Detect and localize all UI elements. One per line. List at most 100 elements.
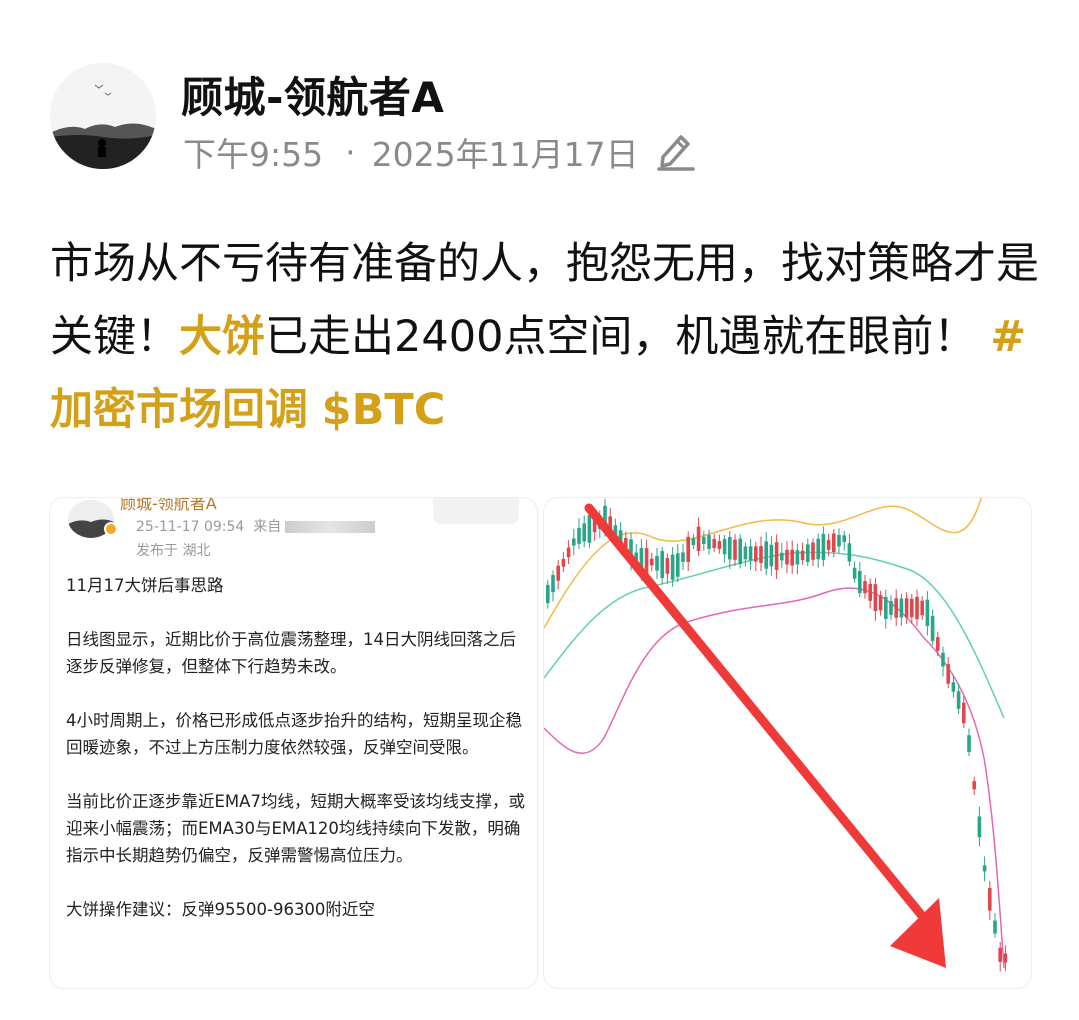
candle-body [826, 539, 831, 550]
candle-body [748, 546, 753, 561]
embedded-post-text: 11月17大饼后事思路 日线图显示，近期比价于高位震荡整理，14日大阴线回落之后… [66, 572, 526, 950]
candle-body [665, 558, 670, 574]
pencil-edit-icon[interactable] [655, 127, 697, 171]
candle-body [842, 535, 846, 542]
candle-body [790, 549, 794, 566]
candle-body [837, 534, 841, 547]
candle-body [743, 546, 748, 560]
candle-body [582, 523, 586, 542]
candle-body [832, 533, 836, 553]
candle-body [686, 536, 690, 562]
embedded-location: 发布于 湖北 [136, 543, 211, 559]
candle-body [894, 598, 898, 618]
candle-body [644, 548, 649, 574]
candle-body [754, 546, 758, 562]
candle-body [946, 664, 950, 684]
candle-body [951, 682, 956, 692]
candle-body [660, 551, 664, 579]
candle-body [967, 735, 971, 752]
embedded-paragraph: 当前比价正逐步靠近EMA7均线，短期大概率受该均线支撑，或迎来小幅震荡；而EMA… [66, 792, 525, 865]
post-time: 下午9:55 [183, 135, 324, 174]
candle-body [795, 550, 800, 565]
candle-body [852, 567, 857, 579]
candle-body [572, 538, 576, 546]
candle-body [655, 555, 659, 571]
candle-body [920, 600, 924, 616]
candle-body [681, 552, 685, 562]
candle-body [650, 558, 654, 566]
candle-body [800, 550, 805, 560]
meta-separator: · [345, 132, 356, 172]
candle-body [785, 549, 789, 565]
candle-body [728, 537, 732, 560]
candle-body [884, 597, 888, 619]
post-meta: 下午9:55 · 2025年11月17日 [183, 128, 639, 176]
candle-body [930, 615, 935, 641]
candle-body [847, 543, 852, 562]
candle-body [811, 542, 815, 560]
candle-body [769, 544, 774, 567]
candle-body [904, 598, 909, 618]
post-image-1[interactable]: 顾城-领航者A 25-11-17 09:54 来自 发布于 湖北 11月17大饼… [50, 498, 537, 988]
embedded-author-name: 顾城-领航者A [120, 498, 217, 513]
candle-body [962, 702, 966, 724]
candle-body [878, 595, 883, 611]
candle-body [925, 599, 930, 626]
candle-body [899, 598, 904, 618]
embedded-time: 25-11-17 09:54 [136, 519, 245, 535]
candlestick-chart [544, 498, 1008, 972]
author-name[interactable]: 顾城-领航者A [181, 64, 444, 125]
post-image-2-chart[interactable] [544, 498, 1031, 988]
candle-body [670, 554, 675, 580]
candle-body [717, 541, 722, 550]
candle-body [998, 947, 1002, 962]
author-avatar[interactable] [50, 63, 156, 169]
post-date: 2025年11月17日 [371, 135, 639, 174]
candle-body [712, 539, 716, 549]
candle-body [696, 526, 701, 551]
candle-body [577, 527, 581, 544]
candle-body [972, 781, 976, 790]
candle-body [910, 598, 914, 618]
candle-body [738, 538, 742, 565]
embedded-paragraph: 日线图显示，近期比价于高位震荡整理，14日大阴线回落之后逐步反弹修复，但整体下行… [66, 630, 516, 676]
candle-body [821, 533, 826, 560]
candle-body [956, 691, 961, 709]
candle-body [858, 570, 862, 594]
candle-body [722, 539, 727, 555]
candle-body [587, 515, 592, 543]
post-text-2: 已走出2400点空间，机遇就在眼前！ [265, 312, 977, 362]
candle-body [733, 539, 737, 560]
embedded-follow-button [433, 498, 519, 524]
candle-body [691, 538, 696, 546]
candle-body [988, 888, 992, 911]
embedded-paragraph: 4小时周期上，价格已形成低点逐步抬升的结构，短期呈现企稳回暖迹象，不过上方压制力… [66, 711, 522, 757]
candle-body [561, 558, 566, 567]
embedded-paragraph: 11月17大饼后事思路 [66, 576, 224, 595]
blurred-source [285, 521, 376, 533]
candle-body [936, 637, 940, 651]
candle-body [566, 547, 571, 558]
candle-body [941, 652, 945, 667]
candle-body [676, 553, 680, 577]
candle-body [702, 536, 706, 544]
candle-body [780, 552, 784, 561]
candle-body [551, 575, 555, 593]
candle-body [764, 541, 768, 569]
candle-body [863, 581, 867, 594]
candle-body [707, 535, 711, 549]
candle-body [993, 920, 997, 934]
embedded-source-prefix: 来自 [253, 519, 282, 535]
embedded-timestamp: 25-11-17 09:54 来自 [136, 516, 376, 536]
candle-body [556, 565, 560, 581]
candle-body [915, 596, 919, 620]
post-highlight-link[interactable]: 大饼 [179, 312, 265, 362]
candle-body [816, 538, 820, 560]
candle-body [868, 583, 872, 601]
candle-body [1003, 953, 1008, 963]
embedded-paragraph: 大饼操作建议：反弹95500-96300附近空 [66, 900, 375, 919]
cashtag-link[interactable]: $BTC [322, 385, 446, 435]
candle-body [546, 584, 550, 604]
candle-body [774, 542, 779, 570]
candle-body [977, 816, 982, 838]
